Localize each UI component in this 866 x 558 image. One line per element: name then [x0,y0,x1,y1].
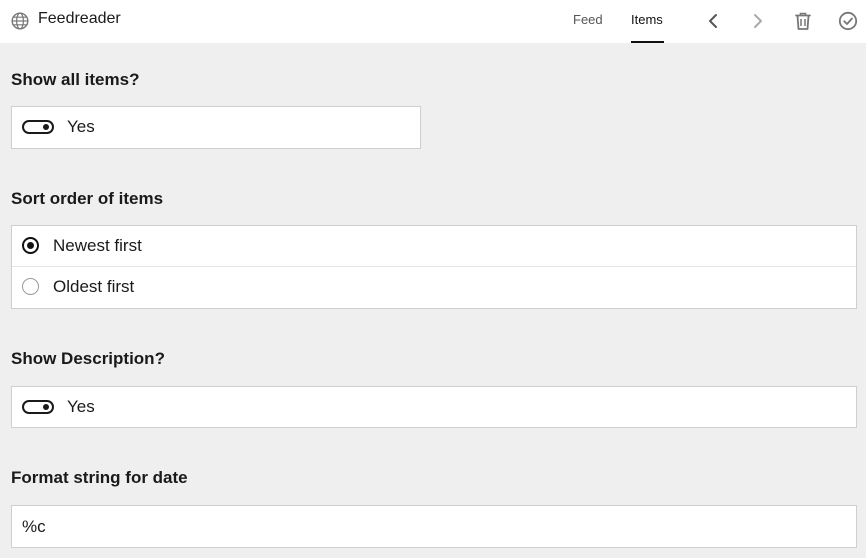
delete-button[interactable] [792,10,814,32]
app-title: Feedreader [38,10,121,27]
show-description-toggle[interactable] [22,400,54,414]
tab-items[interactable]: Items [631,12,663,28]
sort-option-label: Newest first [53,236,142,255]
sort-order-group: Newest first Oldest first [11,225,857,309]
show-all-items-toggle[interactable] [22,120,54,134]
tab-feed[interactable]: Feed [573,12,603,28]
next-button[interactable] [747,10,769,32]
show-description-label: Show Description? [11,349,165,368]
top-bar: Feedreader Feed Items [0,0,866,43]
show-all-items-value: Yes [67,117,95,136]
globe-icon [11,12,29,30]
show-all-items-field[interactable]: Yes [11,106,421,149]
radio-selected-icon[interactable] [22,237,39,254]
chevron-right-icon [754,14,762,28]
check-circle-icon [838,11,858,31]
sort-option-oldest[interactable]: Oldest first [12,267,856,308]
previous-button[interactable] [702,10,724,32]
sort-option-newest[interactable]: Newest first [12,226,856,267]
active-tab-indicator [631,41,664,43]
sort-order-label: Sort order of items [11,189,164,208]
sort-option-label: Oldest first [53,277,135,296]
date-format-field [11,505,857,548]
radio-unselected-icon[interactable] [22,278,39,295]
show-description-field[interactable]: Yes [11,386,857,428]
date-format-input[interactable] [12,506,856,547]
chevron-left-icon [709,14,717,28]
trash-icon [795,12,811,30]
show-all-items-label: Show all items? [11,70,140,89]
date-format-label: Format string for date [11,468,188,487]
confirm-button[interactable] [837,10,859,32]
show-description-value: Yes [67,397,95,416]
